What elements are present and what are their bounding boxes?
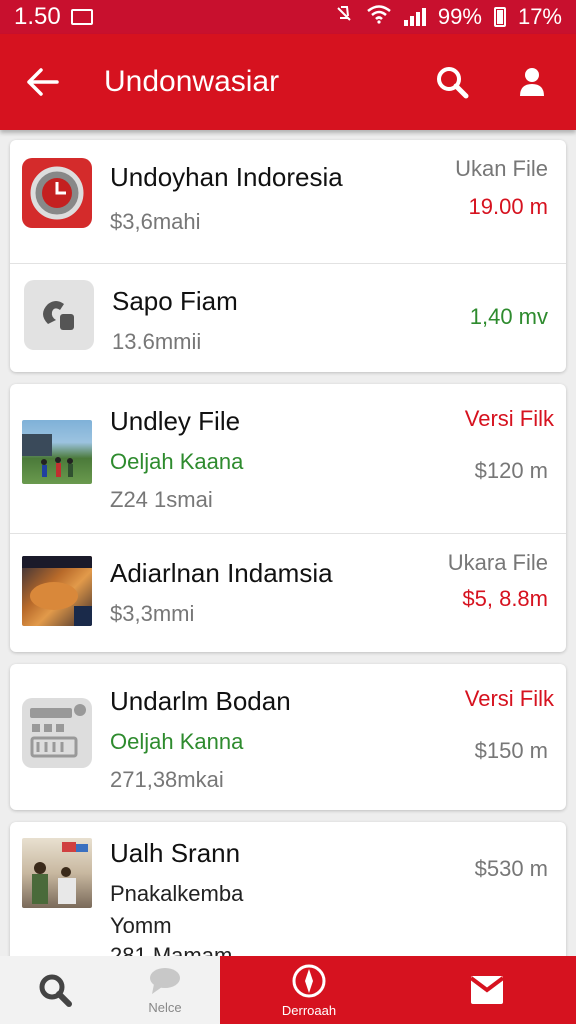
compass-icon (292, 964, 326, 997)
file-list: Undoyhan Indoresia $3,6mahi Ukan File 19… (10, 140, 566, 974)
photo-thumbnail (22, 838, 92, 908)
item-amount: $530 m (474, 856, 548, 881)
battery-icon (493, 7, 506, 27)
nav-label: Derroaah (281, 1002, 337, 1018)
item-amount: 19.00 m (468, 194, 549, 219)
battery-percent: 99% (437, 4, 482, 29)
profile-button[interactable] (512, 62, 552, 102)
item-subtitle: Pnakalkemba (110, 881, 244, 906)
item-status: Ukan File (455, 156, 548, 181)
item-size: Z24 1smai (110, 487, 213, 512)
list-item[interactable]: Sapo Fiam 13.6mmii 1,40 mv (10, 264, 566, 372)
nav-label: Nelce (148, 999, 182, 1015)
item-amount: $120 m (474, 458, 548, 483)
keyboard-icon (22, 698, 92, 768)
photo-thumbnail (22, 556, 92, 626)
item-amount: $150 m (474, 738, 548, 763)
bottom-navigation: Nelce Derroaah (0, 956, 576, 1024)
signal-icon (403, 8, 426, 26)
status-time: 1.50 (14, 3, 61, 30)
search-icon (437, 67, 469, 99)
item-amount: $5, 8.8m (462, 586, 548, 611)
item-subtitle-2: Yomm (110, 913, 172, 938)
list-item[interactable]: Undley File Oeljah Kaana Z24 1smai Versi… (10, 384, 566, 534)
photo-thumbnail (22, 420, 92, 484)
app-icon-grey (24, 280, 94, 350)
item-size: 271,38mkai (110, 767, 224, 792)
status-clock: 17% (517, 4, 562, 29)
list-item[interactable]: Adiarlnan Indamsia $3,3mmi Ukara File $5… (10, 534, 566, 652)
nav-search[interactable] (0, 956, 110, 1024)
page-title: Undonwasiar (104, 65, 280, 98)
file-card: Ualh Srann Pnakalkemba Yomm 281 Mamam $5… (10, 822, 566, 962)
item-size: 13.6mmii (112, 329, 202, 354)
mail-icon (469, 976, 505, 1004)
arrow-left-icon (27, 68, 59, 96)
nav-mail[interactable] (398, 956, 576, 1024)
file-card: Undarlm Bodan Oeljah Kanna 271,38mkai Ve… (10, 664, 566, 810)
list-item[interactable]: Undarlm Bodan Oeljah Kanna 271,38mkai Ve… (10, 664, 566, 810)
user-icon (520, 68, 544, 96)
item-amount: 1,40 mv (469, 304, 548, 329)
search-icon (39, 974, 72, 1007)
wifi-icon (366, 4, 392, 30)
app-bar: Undonwasiar (0, 34, 576, 130)
item-status: Versi Filk (464, 406, 554, 431)
item-status: Versi Filk (464, 686, 554, 711)
image-notification-icon (70, 9, 93, 25)
mute-icon (334, 4, 354, 30)
file-card: Undley File Oeljah Kaana Z24 1smai Versi… (10, 384, 566, 652)
search-button[interactable] (432, 62, 472, 102)
file-card: Undoyhan Indoresia $3,6mahi Ukan File 19… (10, 140, 566, 372)
nav-messages[interactable]: Nelce (110, 956, 220, 1024)
back-button[interactable] (20, 60, 64, 104)
list-item[interactable]: Undoyhan Indoresia $3,6mahi Ukan File 19… (10, 140, 566, 264)
app-icon-red (22, 158, 92, 228)
chat-icon (150, 967, 180, 994)
list-item[interactable]: Ualh Srann Pnakalkemba Yomm 281 Mamam $5… (10, 822, 566, 962)
item-status: Ukara File (447, 550, 548, 575)
nav-explore[interactable]: Derroaah (220, 956, 398, 1024)
status-bar: 1.50 99% 17% (0, 0, 576, 34)
